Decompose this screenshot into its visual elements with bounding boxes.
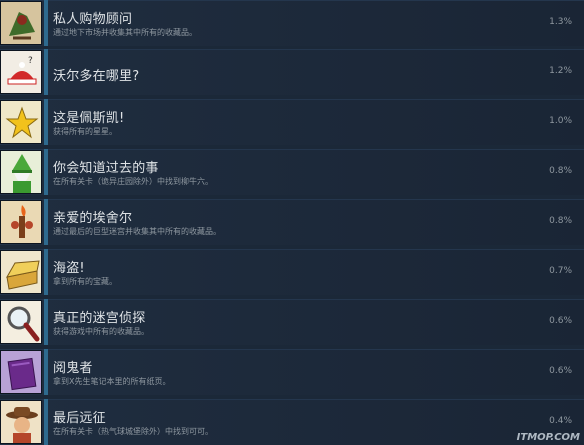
achievement-row[interactable]: 最后远征 在所有关卡（热气球城堡除外）中找到可可。 0.4%	[0, 399, 584, 445]
achievement-description: 获得所有的星星。	[53, 127, 117, 136]
achievement-description: 通过地下市场并收集其中所有的收藏品。	[53, 28, 197, 37]
achievement-row[interactable]: 私人购物顾问 通过地下市场并收集其中所有的收藏品。 1.3%	[0, 0, 584, 46]
achievement-description: 拿到X先生笔记本里的所有纸页。	[53, 377, 171, 386]
wizard-icon	[0, 150, 42, 194]
star-icon	[0, 100, 42, 144]
achievement-description: 在所有关卡（热气球城堡除外）中找到可可。	[53, 427, 213, 436]
achievement-row[interactable]: 阅鬼者 拿到X先生笔记本里的所有纸页。 0.6%	[0, 349, 584, 395]
unlock-percentage: 1.3%	[549, 17, 572, 27]
notebook-icon	[0, 350, 42, 394]
achievement-title: 沃尔多在哪里?	[53, 69, 140, 84]
achievement-title: 真正的迷宫侦探	[53, 311, 146, 326]
unlock-percentage: 0.7%	[549, 266, 572, 276]
unlock-percentage: 0.4%	[549, 416, 572, 426]
achievement-description: 在所有关卡（诡异庄园除外）中找到柳牛六。	[53, 177, 213, 186]
achievement-row[interactable]: 海盗! 拿到所有的宝藏。 0.7%	[0, 249, 584, 295]
achievement-row[interactable]: 你会知道过去的事 在所有关卡（诡异庄园除外）中找到柳牛六。 0.8%	[0, 149, 584, 195]
progress-fill	[44, 349, 48, 395]
explorer-icon	[0, 400, 42, 444]
progress-fill	[44, 249, 48, 295]
progress-fill	[44, 199, 48, 245]
treasure-chest-icon	[0, 250, 42, 294]
progress-fill	[44, 99, 48, 145]
unlock-percentage: 0.6%	[549, 366, 572, 376]
progress-fill	[44, 299, 48, 345]
achievement-description: 通过最后的巨型迷宫并收集其中所有的收藏品。	[53, 227, 221, 236]
achievement-title: 亲爱的埃舍尔	[53, 211, 133, 226]
unlock-percentage: 0.8%	[549, 216, 572, 226]
unlock-percentage: 0.8%	[549, 166, 572, 176]
achievement-title: 最后远征	[53, 411, 106, 426]
achievement-title: 这是佩斯凯!	[53, 111, 125, 126]
achievement-title: 你会知道过去的事	[53, 161, 159, 176]
achievement-description: 拿到所有的宝藏。	[53, 277, 117, 286]
svg-text:?: ?	[28, 56, 33, 66]
achievement-row[interactable]: 这是佩斯凯! 获得所有的星星。 1.0%	[0, 99, 584, 145]
progress-fill	[44, 49, 48, 95]
achievement-row[interactable]: 亲爱的埃舍尔 通过最后的巨型迷宫并收集其中所有的收藏品。 0.8%	[0, 199, 584, 245]
progress-fill	[44, 0, 48, 46]
progress-fill	[44, 399, 48, 445]
torch-creature-icon	[0, 200, 42, 244]
unlock-percentage: 0.6%	[549, 316, 572, 326]
progress-fill	[44, 149, 48, 195]
magnifier-icon	[0, 300, 42, 344]
achievement-title: 阅鬼者	[53, 361, 93, 376]
waldo-hat-icon: ?	[0, 50, 42, 94]
achievement-title: 私人购物顾问	[53, 12, 133, 27]
watermark: ITMOP.COM	[516, 432, 580, 443]
shopping-creature-icon	[0, 1, 42, 45]
achievement-title: 海盗!	[53, 261, 85, 276]
achievement-row[interactable]: ? 沃尔多在哪里? 1.2%	[0, 49, 584, 95]
unlock-percentage: 1.2%	[549, 66, 572, 76]
achievement-row[interactable]: 真正的迷宫侦探 获得游戏中所有的收藏品。 0.6%	[0, 299, 584, 345]
achievement-description: 获得游戏中所有的收藏品。	[53, 327, 149, 336]
unlock-percentage: 1.0%	[549, 116, 572, 126]
